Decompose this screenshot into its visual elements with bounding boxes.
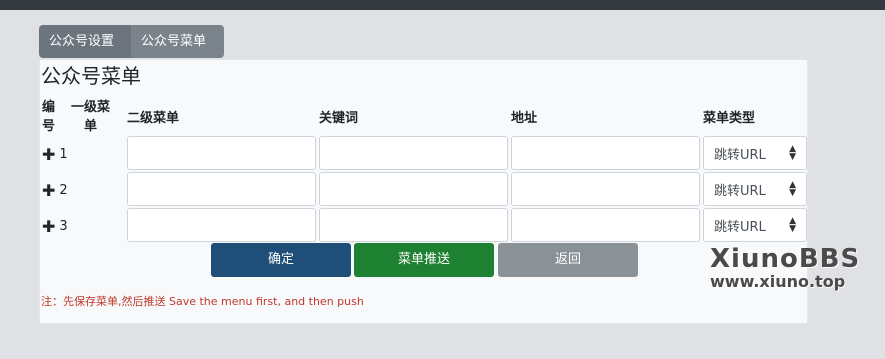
row-2-url-input[interactable] xyxy=(511,172,700,206)
watermark: XiunoBBS www.xiuno.top xyxy=(710,244,860,291)
tab-account-menu[interactable]: 公众号菜单 xyxy=(131,25,224,58)
row-2-keyword-input[interactable] xyxy=(319,172,508,206)
row-3-type-value: 跳转URL xyxy=(714,219,766,235)
row-1-level2-input[interactable] xyxy=(127,136,316,170)
row-2-type-select[interactable]: 跳转URL ▲ ▼ xyxy=(703,172,807,206)
header-number-line2: 号 xyxy=(42,119,56,134)
header-level1-line2: 单 xyxy=(84,119,98,134)
back-button[interactable]: 返回 xyxy=(498,243,638,277)
confirm-button[interactable]: 确定 xyxy=(211,243,351,277)
row-2-number: ✚ 2 xyxy=(42,173,68,207)
row-1-type-select[interactable]: 跳转URL ▲ ▼ xyxy=(703,136,807,170)
row-3-number: ✚ 3 xyxy=(42,209,68,243)
header-level1-line1: 一级菜 xyxy=(71,100,111,115)
plus-icon[interactable]: ✚ xyxy=(42,217,55,236)
updown-caret-icon: ▲ ▼ xyxy=(789,216,796,234)
header-url: 地址 xyxy=(511,111,538,126)
row-number-label: 3 xyxy=(59,218,68,234)
header-level2: 二级菜单 xyxy=(127,111,180,126)
row-2-level2-input[interactable] xyxy=(127,172,316,206)
row-2-type-value: 跳转URL xyxy=(714,183,766,199)
row-1-keyword-input[interactable] xyxy=(319,136,508,170)
row-3-keyword-input[interactable] xyxy=(319,208,508,242)
menu-panel: 公众号菜单 编 号 一级菜 单 二级菜单 关键词 地址 菜单类型 ✚ 1 跳转U… xyxy=(39,59,808,324)
header-keyword: 关键词 xyxy=(319,111,359,126)
header-level1: 一级菜 单 xyxy=(71,98,110,136)
save-note: 注：先保存菜单,然后推送 Save the menu first, and th… xyxy=(41,295,364,308)
row-3-level2-input[interactable] xyxy=(127,208,316,242)
top-bar xyxy=(0,0,885,10)
row-3-url-input[interactable] xyxy=(511,208,700,242)
plus-icon[interactable]: ✚ xyxy=(42,145,55,164)
page-title: 公众号菜单 xyxy=(41,64,141,88)
plus-icon[interactable]: ✚ xyxy=(42,181,55,200)
row-number-label: 2 xyxy=(59,182,68,198)
tab-account-settings[interactable]: 公众号设置 xyxy=(39,25,131,58)
push-menu-button[interactable]: 菜单推送 xyxy=(354,243,494,277)
header-menu-type: 菜单类型 xyxy=(703,111,756,126)
watermark-brand: XiunoBBS xyxy=(710,244,861,274)
row-1-url-input[interactable] xyxy=(511,136,700,170)
tab-bar: 公众号设置 公众号菜单 xyxy=(39,25,224,58)
row-1-type-value: 跳转URL xyxy=(714,147,766,163)
updown-caret-icon: ▲ ▼ xyxy=(789,144,796,162)
watermark-url: www.xiuno.top xyxy=(710,272,846,291)
row-3-type-select[interactable]: 跳转URL ▲ ▼ xyxy=(703,208,807,242)
header-number: 编 号 xyxy=(42,98,55,136)
header-number-line1: 编 xyxy=(42,100,56,115)
updown-caret-icon: ▲ ▼ xyxy=(789,180,796,198)
row-number-label: 1 xyxy=(59,146,68,162)
row-1-number: ✚ 1 xyxy=(42,137,68,171)
